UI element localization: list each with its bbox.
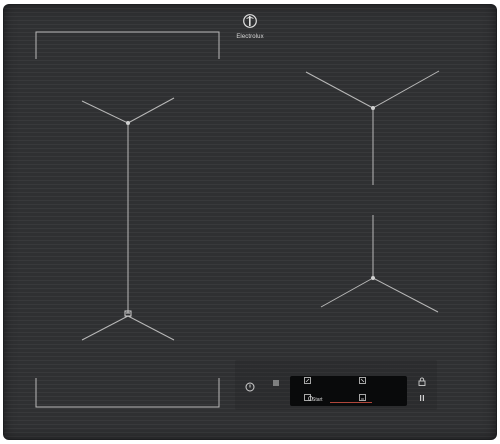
zone-select-top-left[interactable] bbox=[303, 377, 311, 385]
right-top-zone-arm-right bbox=[372, 70, 440, 109]
brand-logo: Electrolux bbox=[233, 14, 267, 40]
right-bottom-zone-arm-left bbox=[320, 277, 374, 308]
right-top-zone-node bbox=[371, 106, 375, 110]
bridge-zone-top-bracket bbox=[35, 31, 220, 59]
electrolux-logo-icon bbox=[243, 14, 257, 28]
menu-button[interactable] bbox=[270, 379, 282, 389]
zone-icon bbox=[358, 377, 366, 384]
zone-select-bottom-right[interactable] bbox=[358, 394, 366, 402]
zone-icon bbox=[358, 394, 366, 401]
power-icon bbox=[245, 382, 255, 392]
zone-select-top-right[interactable] bbox=[358, 377, 366, 385]
menu-icon bbox=[273, 380, 279, 386]
right-bottom-zone-arm-right bbox=[372, 277, 439, 313]
start-label: Start bbox=[312, 397, 323, 403]
power-level-indicator bbox=[330, 402, 372, 403]
power-button[interactable] bbox=[244, 382, 256, 394]
pause-button[interactable] bbox=[417, 394, 427, 404]
left-zone-top-arm-right bbox=[127, 97, 175, 124]
lock-icon bbox=[418, 377, 426, 386]
left-zone-bottom-arm-left bbox=[81, 315, 129, 341]
bridge-zone-bottom-bracket bbox=[35, 378, 220, 408]
left-zone-top-arm-left bbox=[81, 100, 129, 124]
zone-icon bbox=[303, 377, 311, 384]
right-top-zone-arm-left bbox=[305, 71, 374, 109]
lock-button[interactable] bbox=[417, 377, 427, 387]
left-zone-bottom-arm-right bbox=[127, 315, 175, 341]
right-bottom-zone-node bbox=[371, 276, 375, 280]
left-zone-top-node bbox=[126, 121, 130, 125]
brand-name: Electrolux bbox=[236, 34, 264, 40]
pause-icon bbox=[420, 395, 424, 401]
